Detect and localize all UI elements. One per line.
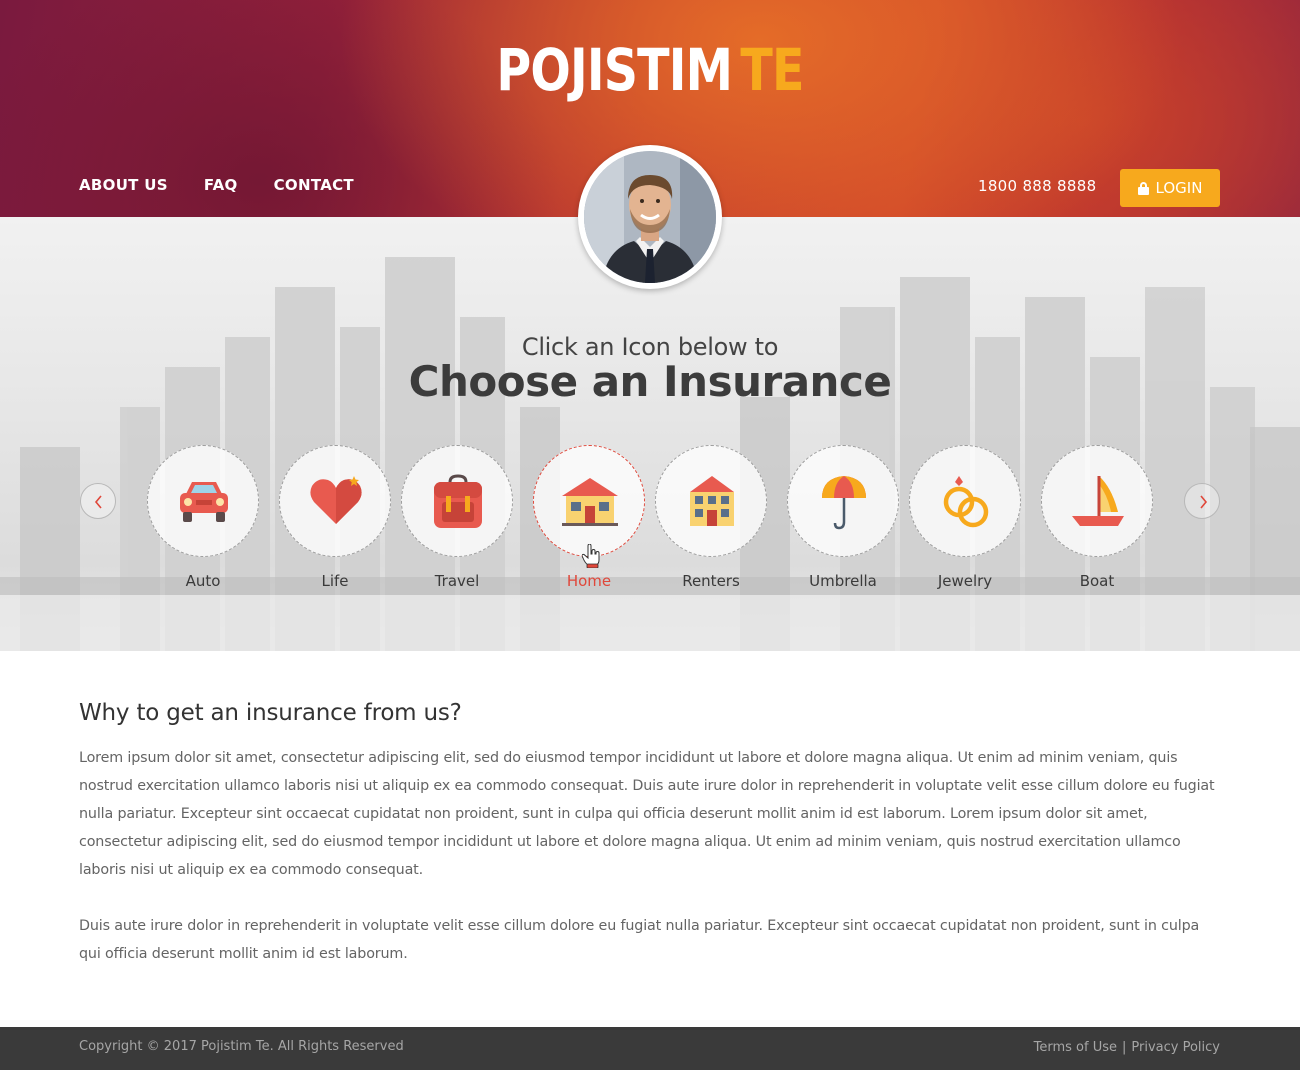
main-nav: ABOUT US FAQ CONTACT (79, 176, 354, 194)
site-footer: Copyright © 2017 Pojistim Te. All Rights… (0, 1027, 1300, 1070)
insurance-icon-circle (1041, 445, 1153, 557)
logo-text: POJISTIM (496, 36, 733, 104)
login-button[interactable]: LOGIN (1120, 169, 1220, 207)
insurance-icon-circle (401, 445, 513, 557)
footer-links: Terms of Use | Privacy Policy (1034, 1040, 1220, 1055)
footer-separator: | (1122, 1040, 1127, 1055)
section-heading: Why to get an insurance from us? (79, 700, 462, 726)
insurance-item-boat[interactable]: Boat (1041, 445, 1153, 590)
insurance-item-auto[interactable]: Auto (147, 445, 259, 590)
insurance-icon-circle (147, 445, 259, 557)
car-icon (180, 482, 228, 522)
insurance-label: Travel (434, 572, 480, 590)
chevron-left-icon (94, 495, 102, 509)
insurance-label: Jewelry (937, 572, 993, 590)
carousel-prev-button[interactable] (80, 483, 116, 519)
section-paragraph-1: Lorem ipsum dolor sit amet, consectetur … (79, 750, 1215, 878)
login-label: LOGIN (1155, 179, 1203, 197)
insurance-label: Home (566, 572, 612, 590)
rings-icon (943, 476, 989, 528)
heart-icon (310, 476, 362, 524)
section-paragraph-2: Duis aute irure dolor in reprehenderit i… (79, 918, 1200, 962)
person-photo-icon (584, 151, 716, 283)
insurance-icon-circle (909, 445, 1021, 557)
carousel-next-button[interactable] (1184, 483, 1220, 519)
chevron-right-icon (1200, 495, 1208, 509)
insurance-label: Life (321, 572, 349, 590)
avatar-photo (584, 151, 716, 283)
insurance-label: Renters (682, 572, 740, 590)
nav-contact[interactable]: CONTACT (274, 176, 354, 194)
hand-cursor-icon (582, 544, 600, 568)
insurance-item-home[interactable]: Home (533, 445, 645, 590)
about-section: Why to get an insurance from us? Lorem i… (79, 700, 1221, 968)
lock-icon (1137, 181, 1149, 195)
avatar (578, 145, 722, 289)
nav-faq[interactable]: FAQ (204, 176, 238, 194)
umbrella-icon (822, 476, 866, 530)
building-icon (690, 476, 734, 526)
house-icon (562, 478, 618, 526)
insurance-label: Auto (185, 572, 221, 590)
backpack-icon (434, 474, 482, 528)
insurance-icon-circle (279, 445, 391, 557)
nav-about-us[interactable]: ABOUT US (79, 176, 168, 194)
insurance-item-travel[interactable]: Travel (401, 445, 513, 590)
insurance-item-renters[interactable]: Renters (655, 445, 767, 590)
insurance-item-life[interactable]: Life (279, 445, 391, 590)
insurance-item-umbrella[interactable]: Umbrella (787, 445, 899, 590)
insurance-icon-circle (533, 445, 645, 557)
terms-of-use-link[interactable]: Terms of Use (1034, 1040, 1117, 1055)
site-logo[interactable]: POJISTIM TE (117, 36, 1183, 104)
insurance-label: Boat (1079, 572, 1115, 590)
logo-accent: TE (740, 36, 804, 104)
insurance-label: Umbrella (809, 572, 877, 590)
insurance-icon-circle (655, 445, 767, 557)
insurance-item-jewelry[interactable]: Jewelry (909, 445, 1021, 590)
hero-title: Choose an Insurance (408, 357, 892, 406)
copyright-text: Copyright © 2017 Pojistim Te. All Rights… (79, 1039, 404, 1054)
boat-icon (1072, 476, 1124, 526)
privacy-policy-link[interactable]: Privacy Policy (1131, 1040, 1220, 1055)
insurance-icon-circle (787, 445, 899, 557)
phone-number[interactable]: 1800 888 8888 (978, 177, 1096, 195)
